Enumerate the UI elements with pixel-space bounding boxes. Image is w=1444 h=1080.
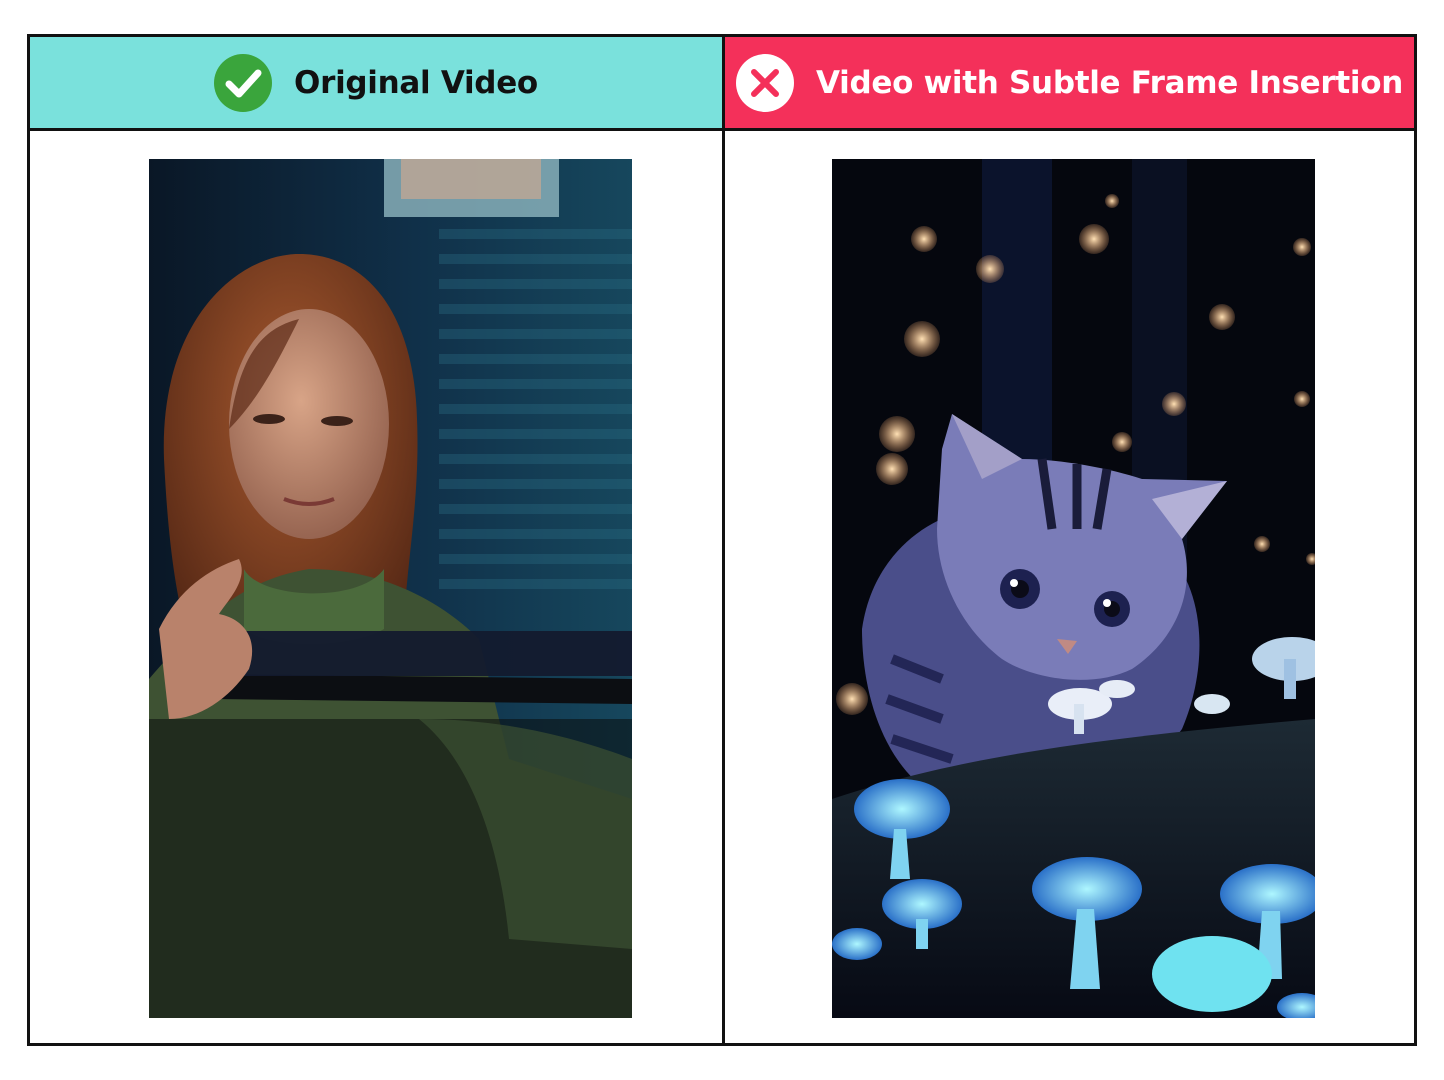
inserted-video-title: Video with Subtle Frame Insertion: [816, 64, 1403, 101]
original-video-image: [149, 159, 632, 1018]
x-circle-icon: [736, 53, 794, 112]
inserted-video-image: [832, 159, 1315, 1018]
original-video-title: Original Video: [294, 64, 538, 101]
original-video-frame[interactable]: [149, 159, 632, 1018]
comparison-frame: Original Video Video with Subtle Frame I…: [27, 34, 1417, 1046]
inserted-video-header: Video with Subtle Frame Insertion: [725, 37, 1414, 128]
inserted-video-frame[interactable]: [832, 159, 1315, 1018]
panel-divider: [722, 37, 725, 1043]
original-video-header: Original Video: [30, 37, 722, 128]
window-blinds: [439, 229, 632, 589]
check-circle-icon: [214, 53, 273, 112]
